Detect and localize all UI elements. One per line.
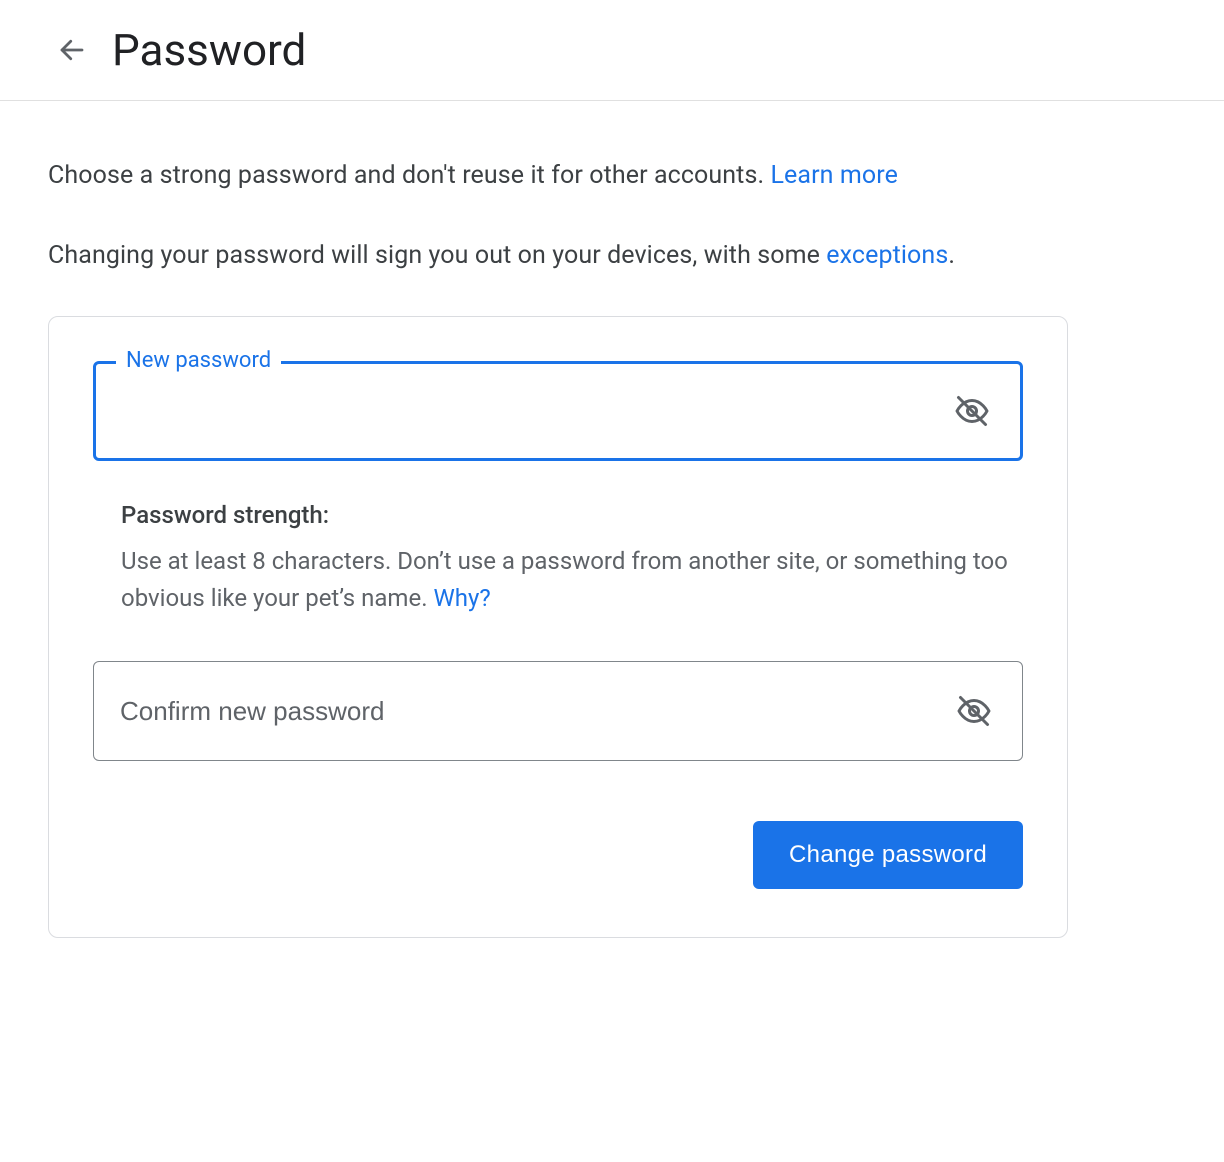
eye-off-icon [954,393,990,429]
intro-line2-text: Changing your password will sign you out… [48,241,826,270]
content-area: Choose a strong password and don't reuse… [0,101,1224,986]
intro-line1-text: Choose a strong password and don't reuse… [48,161,770,190]
button-row: Change password [93,821,1023,889]
password-strength-text: Use at least 8 characters. Don’t use a p… [121,547,1008,612]
back-button[interactable] [48,26,96,74]
password-strength-block: Password strength: Use at least 8 charac… [121,501,1023,617]
password-strength-title: Password strength: [121,501,1023,529]
why-link[interactable]: Why? [433,584,490,612]
intro-line2-after: . [948,241,955,270]
new-password-label: New password [116,348,281,373]
new-password-field-wrap: New password [93,361,1023,461]
page-header: Password [0,0,1224,101]
arrow-left-icon [57,35,87,65]
intro-text: Choose a strong password and don't reuse… [48,157,1176,274]
change-password-button[interactable]: Change password [753,821,1023,889]
toggle-new-password-visibility[interactable] [948,387,996,435]
new-password-field: New password [93,361,1023,461]
password-card: New password Password strength: Use at l… [48,316,1068,938]
exceptions-link[interactable]: exceptions [826,241,948,270]
page-title: Password [112,24,306,76]
password-strength-body: Use at least 8 characters. Don’t use a p… [121,543,1023,617]
confirm-password-input[interactable] [118,695,950,728]
learn-more-link[interactable]: Learn more [770,161,897,190]
new-password-input[interactable] [120,395,948,428]
confirm-password-field [93,661,1023,761]
toggle-confirm-password-visibility[interactable] [950,687,998,735]
eye-off-icon [956,693,992,729]
